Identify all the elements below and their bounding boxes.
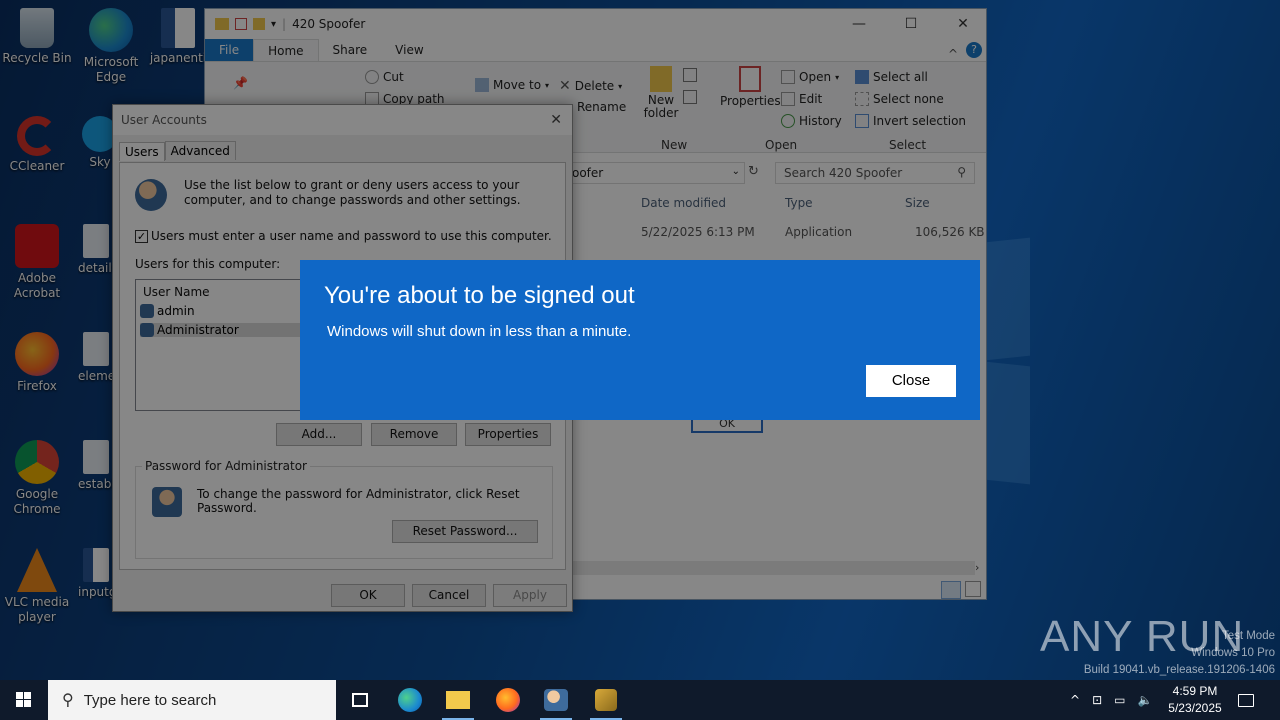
task-view-icon xyxy=(352,693,368,707)
close-button[interactable]: Close xyxy=(866,365,956,397)
taskbar-user-accounts[interactable] xyxy=(532,684,580,720)
desktop: Recycle Bin Microsoft Edge japanenti CCl… xyxy=(0,0,1280,680)
taskbar-edge[interactable] xyxy=(386,684,434,716)
keys-icon xyxy=(595,689,617,711)
taskbar-app-keys[interactable] xyxy=(582,684,630,720)
network-icon[interactable]: ▭ xyxy=(1114,693,1125,707)
system-tray: ^ ⊡ ▭ 🔈 xyxy=(1070,680,1152,720)
test-mode-label: Test Mode xyxy=(1221,630,1275,642)
chevron-up-icon[interactable]: ^ xyxy=(1070,693,1080,707)
windows-start-icon xyxy=(16,692,31,707)
signout-dialog: You're about to be signed out Windows wi… xyxy=(300,260,980,420)
clock[interactable]: 4:59 PM 5/23/2025 xyxy=(1160,683,1230,717)
taskbar-search-placeholder: Type here to search xyxy=(83,691,217,709)
notifications-button[interactable] xyxy=(1238,680,1254,720)
security-icon[interactable]: ⊡ xyxy=(1092,693,1102,707)
taskbar-search-input[interactable]: ⚲ Type here to search xyxy=(48,680,336,720)
clock-date: 5/23/2025 xyxy=(1168,701,1222,715)
edge-icon xyxy=(398,688,422,712)
notification-icon xyxy=(1238,693,1254,707)
taskbar-file-explorer[interactable] xyxy=(434,684,482,720)
signout-title: You're about to be signed out xyxy=(324,282,635,309)
search-icon: ⚲ xyxy=(62,692,74,709)
folder-icon xyxy=(446,691,470,709)
users-icon xyxy=(544,689,568,711)
taskbar: ⚲ Type here to search ^ ⊡ ▭ 🔈 4:59 PM 5/… xyxy=(0,680,1280,720)
build-label: Build 19041.vb_release.191206-1406 xyxy=(1083,664,1275,676)
firefox-icon xyxy=(496,688,520,712)
signout-message: Windows will shut down in less than a mi… xyxy=(327,323,632,340)
taskbar-firefox[interactable] xyxy=(484,684,532,716)
edition-label: Windows 10 Pro xyxy=(1191,647,1275,659)
task-view-button[interactable] xyxy=(336,684,384,716)
volume-icon[interactable]: 🔈 xyxy=(1137,693,1152,707)
clock-time: 4:59 PM xyxy=(1172,684,1218,698)
start-button[interactable] xyxy=(0,680,48,720)
